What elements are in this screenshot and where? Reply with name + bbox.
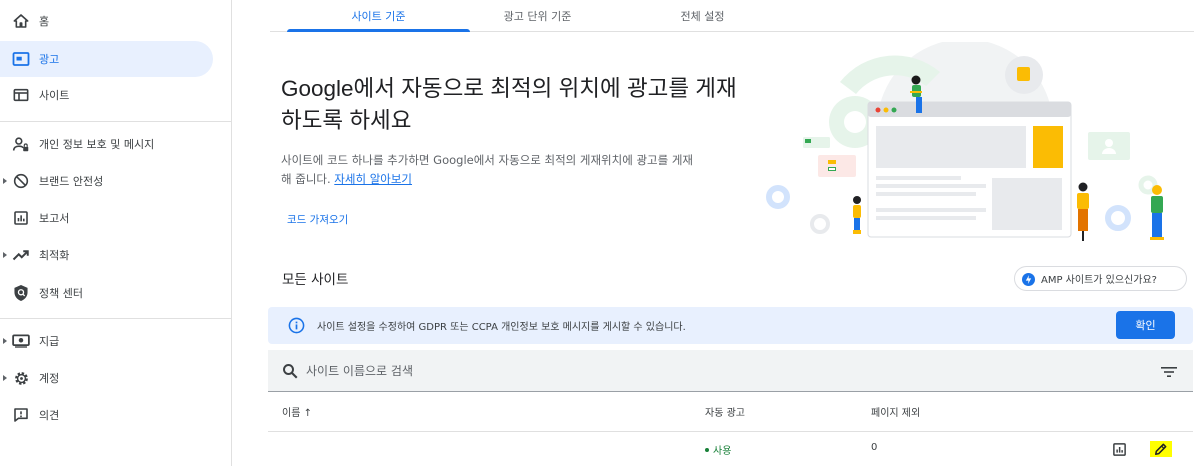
import-code-button[interactable]: 코드 가져오기 (287, 212, 348, 227)
auto-ads-status-cell: 사용 (705, 442, 731, 457)
description-line: 사이트에 코드 하나를 추가하면 Google에서 자동으로 최적의 게재위치에… (281, 153, 694, 167)
column-header-excluded-pages: 페이지 제외 (871, 408, 921, 419)
search-input[interactable] (306, 361, 906, 381)
title-line: Google에서 자동으로 최적의 위치에 광고를 게재 (281, 76, 737, 101)
sidebar-item-label: 의견 (39, 409, 60, 422)
tab-global-settings[interactable]: 전체 설정 (635, 0, 770, 31)
sidebar-item-optimization[interactable]: 최적화 (0, 237, 213, 273)
sidebar-item-account[interactable]: 계정 (0, 360, 213, 396)
gdpr-info-banner: 사이트 설정을 수정하여 GDPR 또는 CCPA 개인정보 보호 메시지를 게… (268, 307, 1193, 344)
filter-icon[interactable] (1161, 364, 1177, 378)
person-figure (1077, 182, 1089, 241)
expand-arrow-icon[interactable] (3, 338, 7, 344)
privacy-icon (12, 135, 30, 153)
trending-icon (12, 246, 30, 264)
banner-text: 사이트 설정을 수정하여 GDPR 또는 CCPA 개인정보 보호 메시지를 게… (317, 322, 686, 333)
sidebar-item-home[interactable]: 홈 (0, 3, 213, 39)
ad-icon (12, 50, 30, 68)
sites-icon (12, 86, 30, 104)
column-header-auto-ads: 자동 광고 (705, 408, 745, 419)
auto-ads-illustration (760, 39, 1196, 252)
section-title: 모든 사이트 (282, 272, 349, 288)
sidebar-item-label: 개인 정보 보호 및 메시지 (39, 138, 155, 151)
sidebar-item-label: 최적화 (39, 249, 70, 262)
sidebar-divider (0, 318, 232, 319)
sidebar-item-label: 정책 센터 (39, 287, 83, 300)
hero-description: 사이트에 코드 하나를 추가하면 Google에서 자동으로 최적의 게재위치에… (281, 151, 761, 189)
sidebar-item-feedback[interactable]: 의견 (0, 397, 213, 433)
sidebar: 홈 광고 사이트 개인 정보 보호 및 메시지 브랜드 안전성 보고서 최적화 … (0, 0, 232, 466)
tab-by-site[interactable]: 사이트 기준 (287, 0, 470, 32)
sidebar-item-label: 사이트 (39, 89, 70, 102)
column-header-name[interactable]: 이름 ↑ (282, 404, 312, 419)
tab-bar: 사이트 기준 광고 단위 기준 전체 설정 (270, 0, 1194, 32)
sidebar-item-label: 지급 (39, 335, 60, 348)
home-icon (12, 12, 30, 30)
feedback-icon (12, 406, 30, 424)
expand-arrow-icon[interactable] (3, 252, 7, 258)
amp-icon (1022, 273, 1035, 286)
amp-chip-label: AMP 사이트가 있으신가요? (1041, 275, 1157, 286)
sidebar-item-privacy-messaging[interactable]: 개인 정보 보호 및 메시지 (0, 126, 213, 162)
table-header-divider (268, 431, 1193, 432)
sidebar-item-payments[interactable]: 지급 (0, 323, 213, 359)
sidebar-item-sites[interactable]: 사이트 (0, 77, 213, 113)
edit-icon[interactable] (1150, 441, 1172, 457)
learn-more-link[interactable]: 자세히 알아보기 (334, 172, 412, 186)
page-title: Google에서 자동으로 최적의 위치에 광고를 게재 하도록 하세요 (281, 73, 761, 137)
report-icon[interactable] (1111, 441, 1127, 457)
policy-icon (12, 284, 30, 302)
expand-arrow-icon[interactable] (3, 178, 7, 184)
payments-icon (12, 332, 30, 350)
person-figure (853, 196, 861, 234)
tab-by-ad-unit[interactable]: 광고 단위 기준 (470, 0, 605, 31)
report-icon (12, 209, 30, 227)
info-icon (288, 317, 305, 334)
description-line-2: 해 줍니다. 자세히 알아보기 (281, 170, 761, 189)
sidebar-item-label: 브랜드 안전성 (39, 175, 104, 188)
excluded-pages-cell: 0 (871, 442, 878, 453)
sidebar-item-policy-center[interactable]: 정책 센터 (0, 275, 213, 311)
site-search-bar (268, 350, 1193, 392)
settings-icon (12, 369, 30, 387)
amp-sites-chip[interactable]: AMP 사이트가 있으신가요? (1014, 266, 1187, 291)
title-line: 하도록 하세요 (281, 108, 412, 133)
description-text: 해 줍니다. (281, 172, 331, 186)
sidebar-item-label: 보고서 (39, 212, 70, 225)
sidebar-divider (0, 121, 232, 122)
expand-arrow-icon[interactable] (3, 375, 7, 381)
sidebar-item-label: 계정 (39, 372, 60, 385)
status-dot-icon (705, 448, 709, 452)
status-label: 사용 (713, 446, 732, 457)
search-icon (281, 362, 299, 380)
block-icon (12, 172, 30, 190)
sidebar-item-ads[interactable]: 광고 (0, 41, 213, 77)
sidebar-item-brand-safety[interactable]: 브랜드 안전성 (0, 163, 213, 199)
banner-confirm-button[interactable]: 확인 (1116, 311, 1175, 339)
sidebar-item-label: 홈 (39, 15, 50, 28)
sidebar-item-label: 광고 (39, 53, 60, 66)
sidebar-item-reports[interactable]: 보고서 (0, 200, 213, 236)
